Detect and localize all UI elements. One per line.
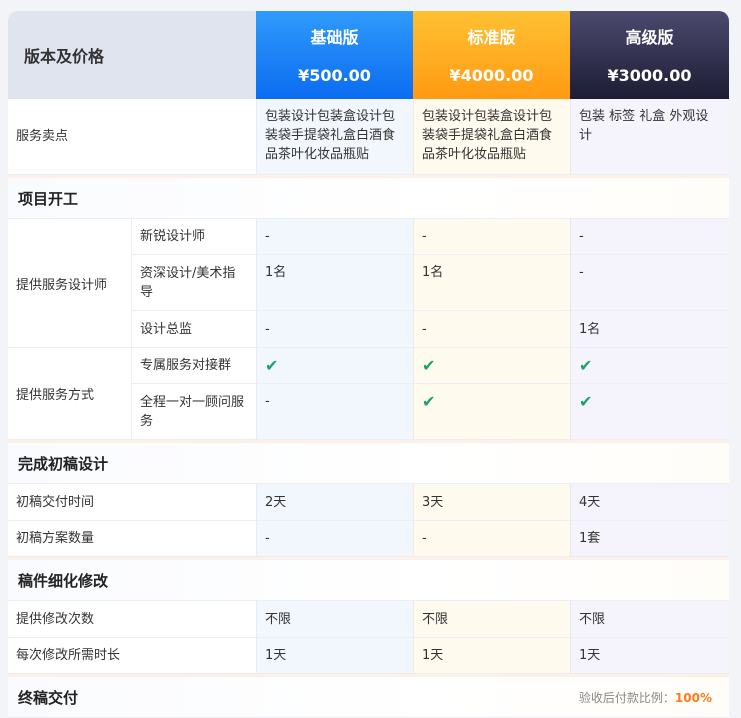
- cell-premium: -: [570, 219, 729, 255]
- cell-standard: -: [413, 219, 570, 255]
- section-refine: 稿件细化修改: [8, 557, 729, 601]
- row-label: 提供修改次数: [8, 601, 256, 638]
- table-row: 设计总监 - - 1名: [131, 311, 729, 348]
- cell-premium: ✔: [570, 384, 729, 440]
- cell-basic: 2天: [256, 484, 413, 521]
- plan-premium-price: ¥3000.00: [607, 66, 692, 85]
- cell-basic: ✔: [256, 348, 413, 384]
- row-label: 专属服务对接群: [131, 348, 256, 384]
- plan-standard[interactable]: 标准版 ¥4000.00: [413, 11, 570, 99]
- payment-ratio-label: 验收后付款比例：: [578, 690, 675, 705]
- cell-basic: 1天: [256, 638, 413, 674]
- plan-standard-price: ¥4000.00: [449, 66, 534, 85]
- cell-premium: ✔: [570, 348, 729, 384]
- table-row: 每次修改所需时长 1天 1天 1天: [8, 638, 729, 674]
- check-icon: ✔: [422, 356, 436, 375]
- cell-standard: -: [413, 311, 570, 348]
- row-label: 初稿交付时间: [8, 484, 256, 521]
- cell-basic: -: [256, 521, 413, 557]
- section-first-draft: 完成初稿设计: [8, 440, 729, 484]
- cell-standard: 1名: [413, 255, 570, 311]
- section-title: 项目开工: [18, 189, 79, 208]
- plan-basic-name: 基础版: [310, 28, 359, 47]
- cell-premium: 不限: [570, 601, 729, 638]
- cell-premium: 1天: [570, 638, 729, 674]
- cell-standard: 1天: [413, 638, 570, 674]
- cell-basic: 不限: [256, 601, 413, 638]
- service-method-group: 提供服务方式 专属服务对接群 ✔ ✔ ✔ 全程一对一顾问服务 - ✔ ✔: [8, 348, 729, 440]
- section-title: 稿件细化修改: [18, 571, 109, 590]
- payment-ratio-value: 100%: [674, 690, 712, 705]
- section-title: 完成初稿设计: [18, 454, 109, 473]
- pricing-header: 版本及价格 基础版 ¥500.00 标准版 ¥4000.00 高级版 ¥3000…: [8, 11, 729, 99]
- check-icon: ✔: [579, 356, 593, 375]
- plan-premium[interactable]: 高级版 ¥3000.00: [570, 11, 729, 99]
- table-row: 提供修改次数 不限 不限 不限: [8, 601, 729, 638]
- header-corner-title: 版本及价格: [8, 11, 256, 99]
- cell-standard: ✔: [413, 348, 570, 384]
- cell-basic: -: [256, 384, 413, 440]
- designers-group: 提供服务设计师 新锐设计师 - - - 资深设计/美术指导 1名 1名 - 设计…: [8, 219, 729, 348]
- row-label: 资深设计/美术指导: [131, 255, 256, 311]
- row-label: 每次修改所需时长: [8, 638, 256, 674]
- selling-row: 服务卖点 包装设计包装盒设计包装袋手提袋礼盒白酒食品茶叶化妆品瓶贴 包装设计包装…: [8, 99, 729, 175]
- designers-label: 提供服务设计师: [8, 219, 131, 348]
- table-row: 新锐设计师 - - -: [131, 219, 729, 255]
- selling-premium: 包装 标签 礼盒 外观设计: [570, 99, 729, 175]
- plan-standard-name: 标准版: [467, 28, 516, 47]
- plan-basic-price: ¥500.00: [298, 66, 371, 85]
- cell-premium: 1套: [570, 521, 729, 557]
- pricing-table: 版本及价格 基础版 ¥500.00 标准版 ¥4000.00 高级版 ¥3000…: [8, 11, 729, 718]
- cell-basic: 1名: [256, 255, 413, 311]
- table-row: 初稿交付时间 2天 3天 4天: [8, 484, 729, 521]
- check-icon: ✔: [265, 356, 279, 375]
- service-method-label: 提供服务方式: [8, 348, 131, 440]
- cell-standard: 不限: [413, 601, 570, 638]
- row-label: 全程一对一顾问服务: [131, 384, 256, 440]
- cell-standard: -: [413, 521, 570, 557]
- table-row: 初稿方案数量 - - 1套: [8, 521, 729, 557]
- selling-label: 服务卖点: [8, 99, 256, 175]
- cell-premium: 4天: [570, 484, 729, 521]
- check-icon: ✔: [579, 392, 593, 411]
- row-label: 新锐设计师: [131, 219, 256, 255]
- payment-ratio-note: 验收后付款比例：100%: [579, 689, 712, 706]
- selling-standard: 包装设计包装盒设计包装袋手提袋礼盒白酒食品茶叶化妆品瓶贴: [413, 99, 570, 175]
- row-label: 初稿方案数量: [8, 521, 256, 557]
- section-project-start: 项目开工: [8, 175, 729, 219]
- cell-premium: -: [570, 255, 729, 311]
- section-title: 终稿交付: [18, 688, 79, 707]
- plan-premium-name: 高级版: [625, 28, 674, 47]
- cell-premium: 1名: [570, 311, 729, 348]
- cell-standard: ✔: [413, 384, 570, 440]
- check-icon: ✔: [422, 392, 436, 411]
- table-row: 全程一对一顾问服务 - ✔ ✔: [131, 384, 729, 440]
- section-final-delivery: 终稿交付 验收后付款比例：100%: [8, 674, 729, 718]
- row-label: 设计总监: [131, 311, 256, 348]
- table-row: 专属服务对接群 ✔ ✔ ✔: [131, 348, 729, 384]
- plan-basic[interactable]: 基础版 ¥500.00: [256, 11, 413, 99]
- selling-basic: 包装设计包装盒设计包装袋手提袋礼盒白酒食品茶叶化妆品瓶贴: [256, 99, 413, 175]
- cell-basic: -: [256, 219, 413, 255]
- cell-basic: -: [256, 311, 413, 348]
- cell-standard: 3天: [413, 484, 570, 521]
- table-row: 资深设计/美术指导 1名 1名 -: [131, 255, 729, 311]
